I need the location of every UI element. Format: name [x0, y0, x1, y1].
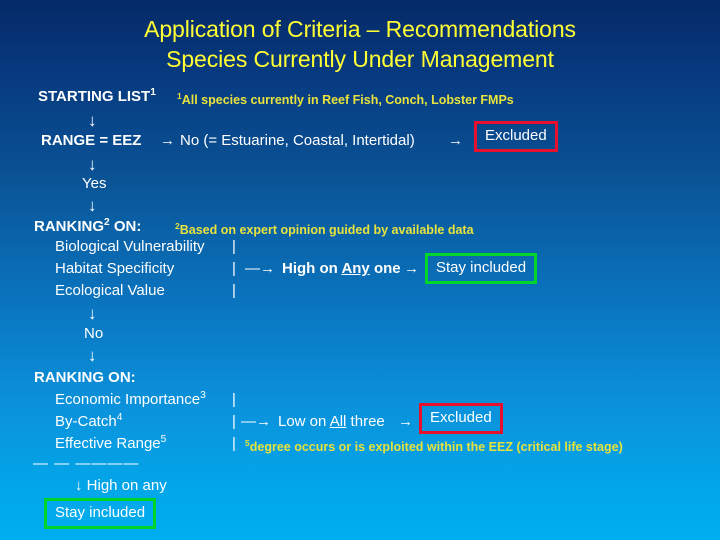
high-on-any-one-text: High on Any one	[282, 260, 401, 277]
bracket-pipe-b-1: |	[232, 391, 236, 408]
criterion-effective-range-superscript: 5	[160, 434, 167, 445]
range-no-text: No (= Estuarine, Coastal, Intertidal)	[180, 132, 415, 149]
excluded-box-2[interactable]: Excluded	[419, 403, 503, 434]
arrow-down-5: ↓	[88, 346, 97, 365]
criterion-by-catch: By-Catch4	[55, 412, 123, 430]
excluded-box-1[interactable]: Excluded	[474, 121, 558, 152]
bracket-pipe-a-3: |	[232, 282, 236, 299]
bracket-pipe-a-1: |	[232, 238, 236, 255]
ranking2-label: RANKING2 ON:	[34, 217, 142, 235]
ranking-on-label: RANKING ON:	[34, 369, 136, 386]
bracket-pipe-b-3: |	[232, 435, 236, 452]
criterion-effective-range: Effective Range5	[55, 434, 167, 452]
any-underline: Any	[341, 260, 370, 277]
bracket-arrow-a: —→	[245, 260, 275, 277]
arrow-right-a: →	[404, 260, 419, 277]
yes-text: Yes	[82, 175, 107, 192]
criterion-by-catch-superscript: 4	[116, 412, 123, 423]
range-arrow-2: →	[448, 132, 463, 149]
low-on-all-three-text: Low on All three	[278, 413, 385, 430]
criterion-ecological-value: Ecological Value	[55, 282, 165, 299]
separator-dashes: — — ————	[33, 455, 140, 472]
arrow-down-1: ↓	[88, 111, 97, 130]
title-line-1: Application of Criteria – Recommendation…	[144, 16, 576, 42]
bracket-pipe-a-2: |	[232, 260, 236, 277]
footnote-2: 2Based on expert opinion guided by avail…	[175, 220, 474, 237]
criterion-biological-vulnerability: Biological Vulnerability	[55, 238, 205, 255]
starting-list-label: STARTING LIST1	[38, 87, 156, 105]
range-arrow-1: →	[160, 132, 175, 149]
arrow-right-b: →	[398, 413, 413, 430]
bracket-arrow-b: —→	[241, 413, 271, 430]
stay-included-box-1[interactable]: Stay included	[425, 253, 538, 284]
page-title: Application of Criteria – Recommendation…	[0, 14, 720, 74]
criterion-economic-importance: Economic Importance3	[55, 390, 206, 408]
bracket-pipe-b-2: |	[232, 413, 236, 430]
high-on-any-final: ↓ High on any	[75, 477, 167, 494]
footnote-1: 1All species currently in Reef Fish, Con…	[177, 90, 514, 107]
slide-canvas: Application of Criteria – Recommendation…	[0, 0, 720, 540]
criterion-habitat-specificity: Habitat Specificity	[55, 260, 175, 277]
no-text: No	[84, 325, 104, 342]
title-line-2: Species Currently Under Management	[166, 46, 554, 72]
starting-list-superscript: 1	[150, 87, 156, 98]
arrow-down-2: ↓	[88, 155, 97, 174]
stay-included-box-2[interactable]: Stay included	[44, 498, 157, 529]
footnote-5: 5degree occurs or is exploited within th…	[245, 437, 623, 454]
range-eez-label: RANGE = EEZ	[41, 132, 142, 149]
criterion-economic-importance-superscript: 3	[200, 390, 206, 401]
arrow-down-3: ↓	[88, 196, 97, 215]
arrow-down-4: ↓	[88, 304, 97, 323]
all-underline: All	[329, 413, 347, 430]
